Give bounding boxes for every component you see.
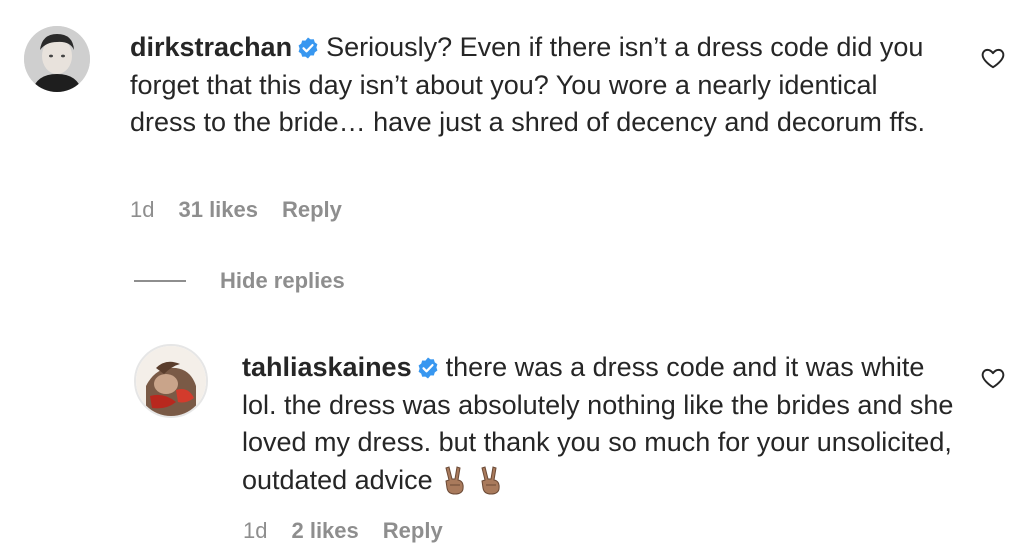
avatar-photo [24,26,90,92]
hide-replies-label: Hide replies [220,268,345,293]
verified-badge-icon [418,357,437,379]
divider-line [134,280,186,282]
hide-replies-toggle[interactable]: Hide replies [134,268,345,294]
reply-meta: 1d 2 likes Reply [243,518,443,544]
reply-button[interactable]: Reply [383,518,443,544]
reply-username[interactable]: tahliaskaines [242,352,412,382]
reply-body: tahliaskaines there was a dress code and … [242,349,962,499]
victory-hand-emoji [445,465,464,495]
comment-body: dirkstrachan Seriously? Even if there isn… [130,29,930,142]
avatar[interactable] [134,344,208,418]
verified-badge-icon [298,37,318,59]
reply-button[interactable]: Reply [282,197,342,223]
reply-likes[interactable]: 2 likes [291,518,358,544]
like-heart-icon[interactable] [980,365,1006,391]
avatar[interactable] [24,26,90,92]
avatar-photo [136,346,206,416]
like-heart-icon[interactable] [980,45,1006,71]
comment-time: 1d [130,197,155,222]
reply-time: 1d [243,518,268,543]
comment-likes[interactable]: 31 likes [178,197,258,223]
comment-meta: 1d 31 likes Reply [130,197,342,223]
victory-hand-emoji [481,465,500,495]
comment-username[interactable]: dirkstrachan [130,32,292,62]
